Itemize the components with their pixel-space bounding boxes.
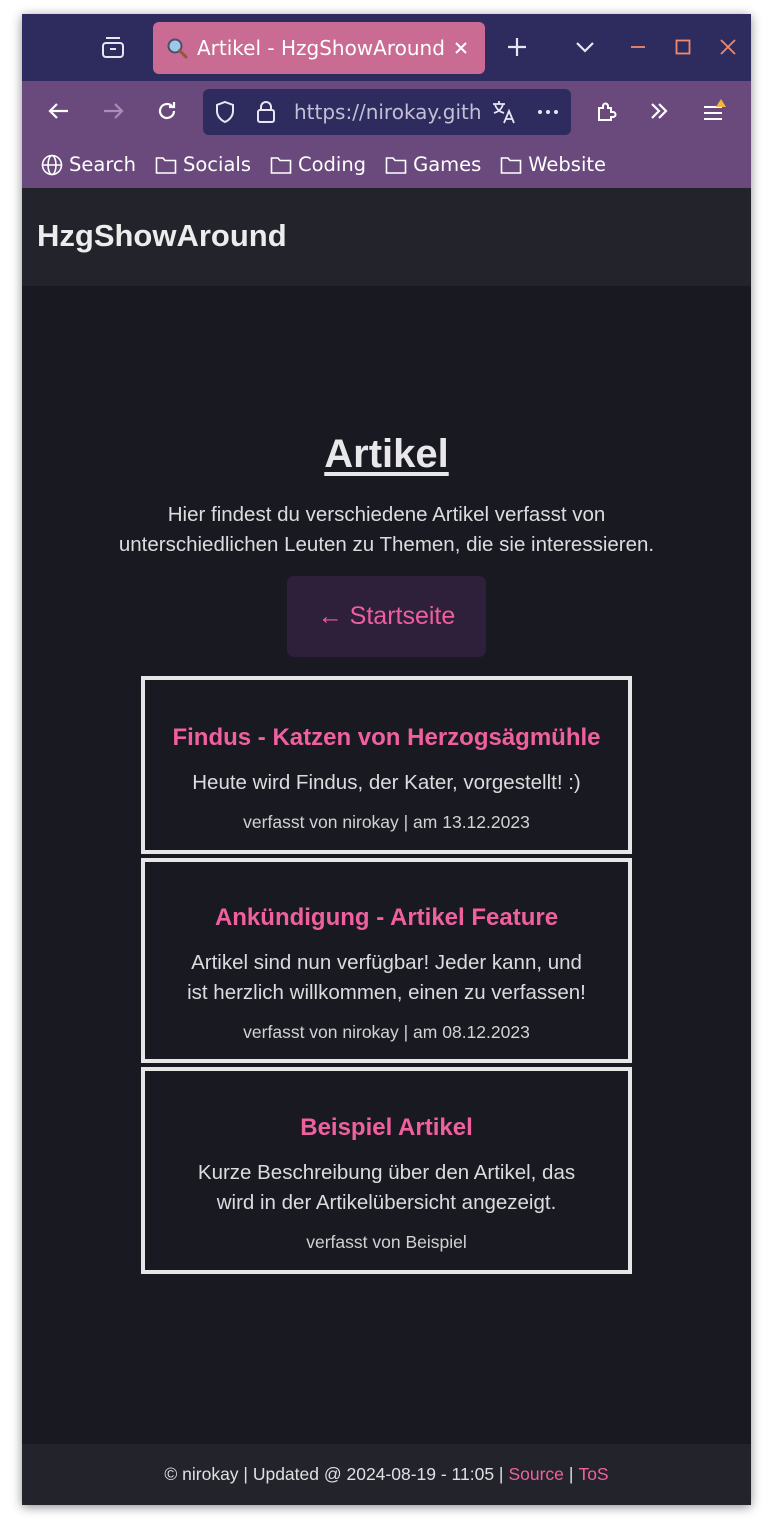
double-chevron-right-icon bbox=[651, 103, 668, 119]
intro-line: unterschiedlichen Leuten zu Themen, die … bbox=[118, 533, 655, 556]
tab-list-button[interactable] bbox=[566, 28, 604, 66]
page-title: Artikel bbox=[324, 432, 449, 476]
tab-overview-button[interactable] bbox=[94, 28, 132, 66]
intro-line: Hier findest du verschiedene Artikel ver… bbox=[167, 503, 606, 526]
more-actions-icon[interactable] bbox=[533, 97, 563, 127]
description-line: Heute wird Findus, der Kater, vorgestell… bbox=[192, 771, 581, 794]
lock-icon[interactable] bbox=[251, 97, 281, 127]
tab-close-button[interactable] bbox=[449, 36, 473, 60]
url-text: https://nirokay.gith bbox=[294, 100, 482, 124]
forward-button[interactable] bbox=[94, 92, 132, 130]
bookmark-games[interactable]: Games bbox=[385, 153, 481, 176]
folder-icon bbox=[500, 156, 522, 174]
source-link[interactable]: Source bbox=[508, 1464, 563, 1485]
minimize-icon bbox=[631, 46, 645, 48]
bookmark-coding[interactable]: Coding bbox=[270, 153, 366, 176]
close-icon bbox=[720, 39, 736, 55]
bookmarks-bar: Search Socials Coding Games Website bbox=[22, 141, 751, 188]
folder-icon bbox=[270, 156, 292, 174]
article-card-findus[interactable]: Findus - Katzen von Herzogsägmühle Heute… bbox=[141, 676, 632, 854]
maximize-icon bbox=[675, 39, 691, 55]
article-meta: verfasst von nirokay | am 13.12.2023 bbox=[243, 812, 530, 832]
main-content: Artikel Hier findest du verschiedene Art… bbox=[22, 286, 751, 1444]
reload-button[interactable] bbox=[148, 92, 186, 130]
shield-icon[interactable] bbox=[210, 97, 240, 127]
article-title[interactable]: Ankündigung - Artikel Feature bbox=[145, 904, 628, 932]
bookmark-label: Games bbox=[413, 153, 482, 176]
description-line: wird in der Artikelübersicht angezeigt. bbox=[216, 1191, 557, 1214]
tab-bar: Artikel - HzgShowAround bbox=[22, 14, 751, 81]
arrow-left-icon bbox=[48, 103, 68, 119]
navigation-toolbar: https://nirokay.gith bbox=[22, 81, 751, 141]
footer-divider: | bbox=[568, 1464, 574, 1484]
bookmark-label: Website bbox=[528, 153, 607, 176]
url-bar[interactable]: https://nirokay.gith bbox=[203, 89, 571, 135]
tos-link[interactable]: ToS bbox=[578, 1464, 608, 1485]
reload-icon bbox=[158, 102, 176, 120]
description-line: Kurze Beschreibung über den Artikel, das bbox=[197, 1161, 576, 1184]
bookmark-label: Search bbox=[69, 153, 136, 176]
bookmark-search[interactable]: Search bbox=[41, 153, 136, 176]
back-button[interactable] bbox=[40, 92, 78, 130]
minimize-button[interactable] bbox=[619, 28, 657, 66]
magnifier-favicon-icon bbox=[165, 36, 189, 60]
article-description: Kurze Beschreibung über den Artikel, das… bbox=[145, 1158, 628, 1218]
close-icon bbox=[455, 42, 467, 54]
extensions-button[interactable] bbox=[588, 92, 626, 130]
globe-icon bbox=[41, 154, 63, 175]
tab-title: Artikel - HzgShowAround bbox=[197, 36, 445, 60]
article-card-announcement[interactable]: Ankündigung - Artikel Feature Artikel si… bbox=[141, 858, 632, 1063]
bookmark-socials[interactable]: Socials bbox=[155, 153, 251, 176]
page-intro: Hier findest du verschiedene Artikel ver… bbox=[92, 500, 681, 560]
description-line: ist herzlich willkommen, einen zu verfas… bbox=[187, 981, 586, 1004]
window-close-button[interactable] bbox=[709, 28, 747, 66]
folder-icon bbox=[385, 156, 407, 174]
puzzle-icon bbox=[598, 102, 617, 121]
plus-icon bbox=[508, 38, 526, 56]
article-card-example[interactable]: Beispiel Artikel Kurze Beschreibung über… bbox=[141, 1067, 632, 1274]
article-meta: verfasst von Beispiel bbox=[306, 1232, 467, 1252]
description-line: Artikel sind nun verfügbar! Jeder kann, … bbox=[191, 951, 582, 974]
translate-icon[interactable] bbox=[489, 97, 519, 127]
overflow-menu-button[interactable] bbox=[640, 92, 678, 130]
article-title[interactable]: Findus - Katzen von Herzogsägmühle bbox=[145, 724, 628, 752]
bookmark-label: Coding bbox=[297, 153, 367, 176]
article-title[interactable]: Beispiel Artikel bbox=[145, 1114, 628, 1142]
site-title-link[interactable]: HzgShowAround bbox=[37, 218, 287, 254]
hamburger-menu-icon bbox=[704, 99, 726, 120]
article-description: Heute wird Findus, der Kater, vorgestell… bbox=[145, 768, 628, 798]
new-tab-button[interactable] bbox=[498, 28, 536, 66]
bookmark-label: Socials bbox=[183, 153, 251, 176]
maximize-button[interactable] bbox=[664, 28, 702, 66]
site-footer: © nirokay | Updated @ 2024-08-19 - 11:05… bbox=[22, 1444, 751, 1505]
bookmark-website[interactable]: Website bbox=[500, 153, 606, 176]
tab-active[interactable]: Artikel - HzgShowAround bbox=[153, 22, 485, 74]
chevron-down-icon bbox=[576, 42, 594, 53]
arrow-right-icon bbox=[104, 103, 124, 119]
article-description: Artikel sind nun verfügbar! Jeder kann, … bbox=[145, 948, 628, 1008]
app-menu-button[interactable] bbox=[695, 92, 733, 130]
folder-icon bbox=[155, 156, 177, 174]
tab-overview-icon bbox=[102, 37, 124, 58]
footer-text: © nirokay | Updated @ 2024-08-19 - 11:05… bbox=[164, 1464, 504, 1484]
home-button[interactable]: ← Startseite bbox=[287, 576, 486, 657]
article-meta: verfasst von nirokay | am 08.12.2023 bbox=[243, 1022, 530, 1042]
browser-window: Artikel - HzgShowAround https://nirokay.… bbox=[22, 14, 751, 1505]
site-header: HzgShowAround bbox=[22, 188, 751, 286]
